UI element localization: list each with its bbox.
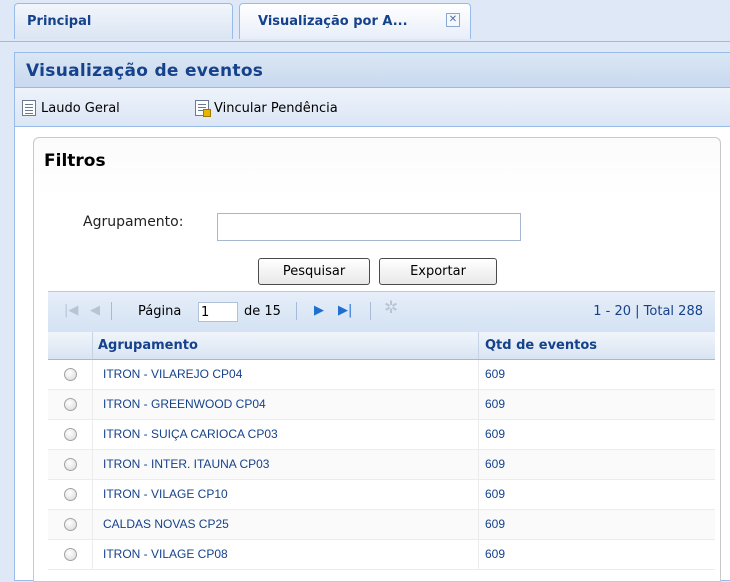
pager-separator xyxy=(370,302,371,320)
qtd-cell: 609 xyxy=(485,397,506,411)
page-number-input[interactable] xyxy=(198,302,238,322)
agrupamento-cell: ITRON - VILAGE CP10 xyxy=(103,487,228,501)
laudo-geral-label: Laudo Geral xyxy=(41,100,120,116)
agrupamento-cell: ITRON - VILAGE CP08 xyxy=(103,547,228,561)
document-icon xyxy=(22,100,36,116)
pesquisar-label: Pesquisar xyxy=(282,264,346,279)
table-row[interactable]: ITRON - SUIÇA CARIOCA CP03 609 xyxy=(48,420,715,450)
table-row[interactable]: ITRON - VILAGE CP10 609 xyxy=(48,480,715,510)
vincular-pendencia-button[interactable]: Vincular Pendência xyxy=(195,98,338,118)
agrupamento-label: Agrupamento: xyxy=(83,214,184,230)
table-row[interactable]: ITRON - VILAREJO CP04 609 xyxy=(48,360,715,390)
agrupamento-cell: CALDAS NOVAS CP25 xyxy=(103,517,229,531)
tab-principal-label: Principal xyxy=(27,14,92,29)
paging-toolbar: |◀ ◀ Página de 15 ▶ ▶| ✲ 1 - 20 | Total … xyxy=(48,291,715,332)
table-row[interactable]: ITRON - GREENWOOD CP04 609 xyxy=(48,390,715,420)
row-radio[interactable] xyxy=(64,458,77,471)
qtd-cell: 609 xyxy=(485,547,506,561)
agrupamento-cell: ITRON - VILAREJO CP04 xyxy=(103,367,243,381)
row-radio[interactable] xyxy=(64,548,77,561)
refresh-icon[interactable]: ✲ xyxy=(384,300,398,317)
table-row[interactable]: ITRON - INTER. ITAUNA CP03 609 xyxy=(48,450,715,480)
prev-page-icon[interactable]: ◀ xyxy=(90,304,100,318)
tab-visualizacao[interactable]: Visualização por A... ✕ xyxy=(239,3,471,39)
qtd-cell: 609 xyxy=(485,517,506,531)
qtd-cell: 609 xyxy=(485,427,506,441)
events-panel: Visualização de eventos Laudo Geral Vinc… xyxy=(14,52,730,582)
first-page-icon[interactable]: |◀ xyxy=(64,304,78,318)
agrupamento-input[interactable] xyxy=(217,213,521,241)
row-radio[interactable] xyxy=(64,488,77,501)
column-header-agrupamento[interactable]: Agrupamento xyxy=(98,338,198,353)
tab-principal[interactable]: Principal xyxy=(14,3,233,39)
column-header-qtd-eventos[interactable]: Qtd de eventos xyxy=(485,338,597,353)
tab-visualizacao-label: Visualização por A... xyxy=(258,14,408,29)
table-row[interactable]: ITRON - VILAGE CP08 609 xyxy=(48,540,715,570)
page-title: Visualização de eventos xyxy=(26,61,264,81)
row-radio[interactable] xyxy=(64,518,77,531)
qtd-cell: 609 xyxy=(485,457,506,471)
table-row[interactable]: CALDAS NOVAS CP25 609 xyxy=(48,510,715,540)
page-count: de 15 xyxy=(244,304,281,319)
agrupamento-cell: ITRON - INTER. ITAUNA CP03 xyxy=(103,457,270,471)
panel-header: Visualização de eventos xyxy=(15,53,730,88)
close-icon[interactable]: ✕ xyxy=(446,13,460,27)
exportar-label: Exportar xyxy=(410,264,466,279)
qtd-cell: 609 xyxy=(485,487,506,501)
last-page-icon[interactable]: ▶| xyxy=(338,304,352,318)
toolbar: Laudo Geral Vincular Pendência xyxy=(15,88,730,127)
qtd-cell: 609 xyxy=(485,367,506,381)
pesquisar-button[interactable]: Pesquisar xyxy=(258,258,370,285)
tab-bar: Principal Visualização por A... ✕ xyxy=(0,0,730,42)
filtros-panel: Filtros Agrupamento: Pesquisar Exportar … xyxy=(33,137,721,582)
row-radio[interactable] xyxy=(64,398,77,411)
pager-separator xyxy=(111,302,112,320)
exportar-button[interactable]: Exportar xyxy=(379,258,497,285)
filtros-title: Filtros xyxy=(44,151,106,171)
document-link-icon xyxy=(195,100,211,117)
pager-summary: 1 - 20 | Total 288 xyxy=(593,304,703,319)
row-radio[interactable] xyxy=(64,368,77,381)
agrupamento-cell: ITRON - SUIÇA CARIOCA CP03 xyxy=(103,427,278,441)
laudo-geral-button[interactable]: Laudo Geral xyxy=(22,98,120,118)
next-page-icon[interactable]: ▶ xyxy=(314,304,324,318)
pagina-label: Página xyxy=(138,304,182,319)
pager-separator xyxy=(296,302,297,320)
row-radio[interactable] xyxy=(64,428,77,441)
agrupamento-cell: ITRON - GREENWOOD CP04 xyxy=(103,397,266,411)
grid-header: Agrupamento Qtd de eventos xyxy=(48,332,715,360)
vincular-pendencia-label: Vincular Pendência xyxy=(214,100,338,116)
